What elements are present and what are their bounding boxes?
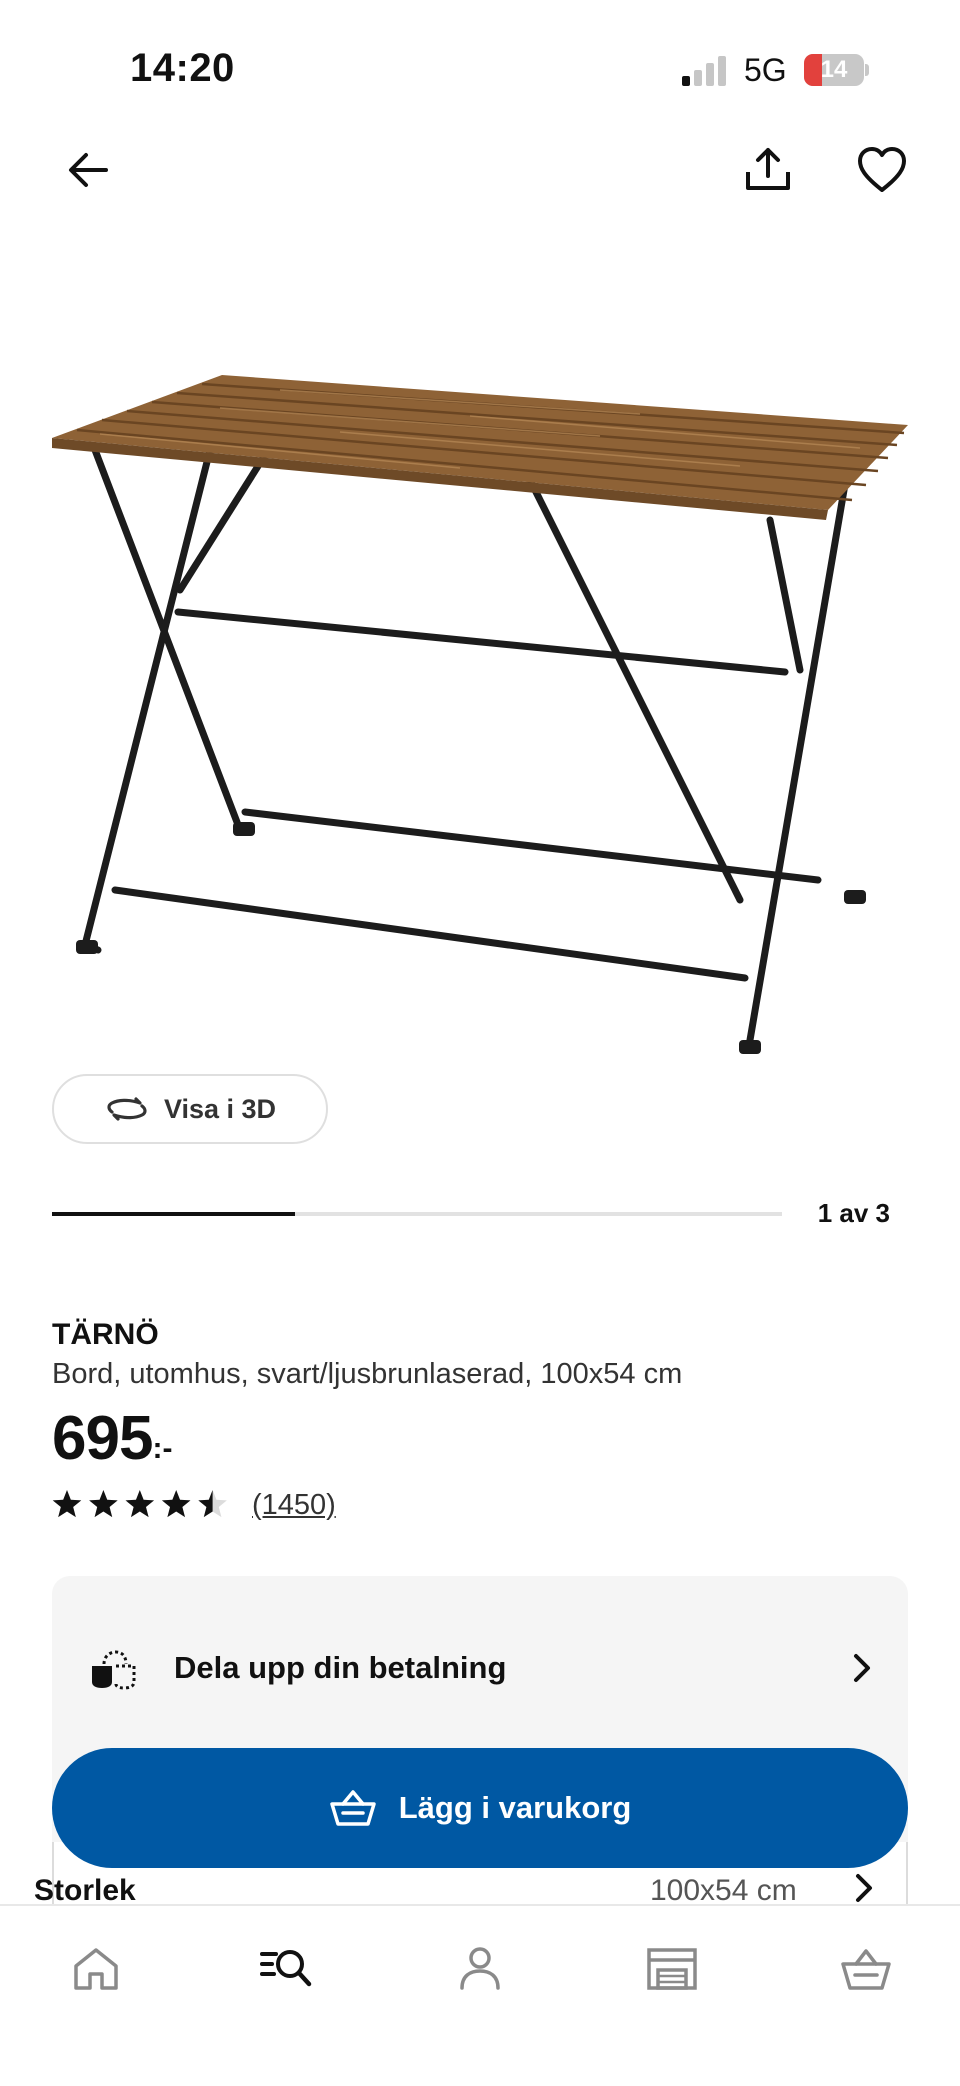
add-to-cart-button[interactable]: Lägg i varukorg — [52, 1748, 908, 1868]
gallery-counter: 1 av 3 — [817, 1198, 890, 1228]
nav-store[interactable] — [644, 1944, 700, 1992]
network-type: 5G — [744, 52, 787, 88]
rotate-3d-icon — [107, 1097, 147, 1121]
price-suffix: :- — [152, 1432, 173, 1465]
star-rating-icon — [52, 1490, 227, 1518]
price-value: 695 — [52, 1404, 153, 1473]
status-bar: 14:20 5G 14 — [0, 0, 960, 130]
table-legs — [81, 446, 854, 1044]
status-time: 14:20 — [130, 46, 235, 90]
back-button[interactable] — [58, 140, 118, 200]
basket-icon — [329, 1790, 376, 1826]
product-description: Bord, utomhus, svart/ljusbrunlaserad, 10… — [52, 1358, 683, 1390]
split-payment-label: Dela upp din betalning — [174, 1650, 507, 1685]
rating[interactable]: (1450) — [52, 1488, 336, 1522]
arrow-left-icon — [69, 153, 108, 187]
user-icon — [460, 1947, 500, 1990]
size-label: Storlek — [34, 1874, 136, 1907]
favorite-button[interactable] — [852, 140, 912, 200]
search-icon — [260, 1950, 312, 1987]
basket-icon — [841, 1949, 891, 1990]
gallery-progress — [52, 1212, 782, 1216]
battery-indicator: 14 — [804, 54, 869, 86]
store-icon — [647, 1948, 697, 1990]
signal-icon — [682, 56, 726, 86]
bottom-nav — [0, 1904, 960, 2086]
view-3d-button[interactable]: Visa i 3D — [52, 1074, 328, 1144]
table-top — [52, 375, 908, 520]
home-icon — [74, 1948, 118, 1990]
review-count-link[interactable]: (1450) — [252, 1489, 336, 1522]
star-filled — [161, 1490, 191, 1518]
split-payment-row[interactable]: Dela upp din betalning — [52, 1630, 908, 1706]
gallery-progress-fill — [52, 1212, 296, 1216]
star-filled — [125, 1490, 155, 1518]
nav-search[interactable] — [258, 1944, 314, 1992]
heart-icon — [858, 147, 906, 192]
star-filled — [89, 1490, 118, 1518]
price: 695 :- — [52, 1402, 172, 1476]
view-3d-label: Visa i 3D — [163, 1093, 277, 1124]
chevron-right-icon — [856, 1874, 872, 1902]
size-value: 100x54 cm — [650, 1874, 797, 1907]
battery-level: 14 — [820, 56, 848, 83]
product-image[interactable] — [40, 350, 920, 1070]
add-to-cart-label: Lägg i varukorg — [398, 1790, 632, 1825]
nav-cart[interactable] — [838, 1944, 894, 1992]
chevron-right-icon — [854, 1654, 870, 1682]
share-icon — [746, 148, 790, 190]
nav-profile[interactable] — [452, 1944, 508, 1992]
share-button[interactable] — [738, 140, 798, 200]
split-payment-icon — [92, 1650, 136, 1690]
star-filled — [52, 1490, 82, 1518]
product-name: TÄRNÖ — [52, 1318, 159, 1351]
nav-home[interactable] — [68, 1944, 124, 1992]
